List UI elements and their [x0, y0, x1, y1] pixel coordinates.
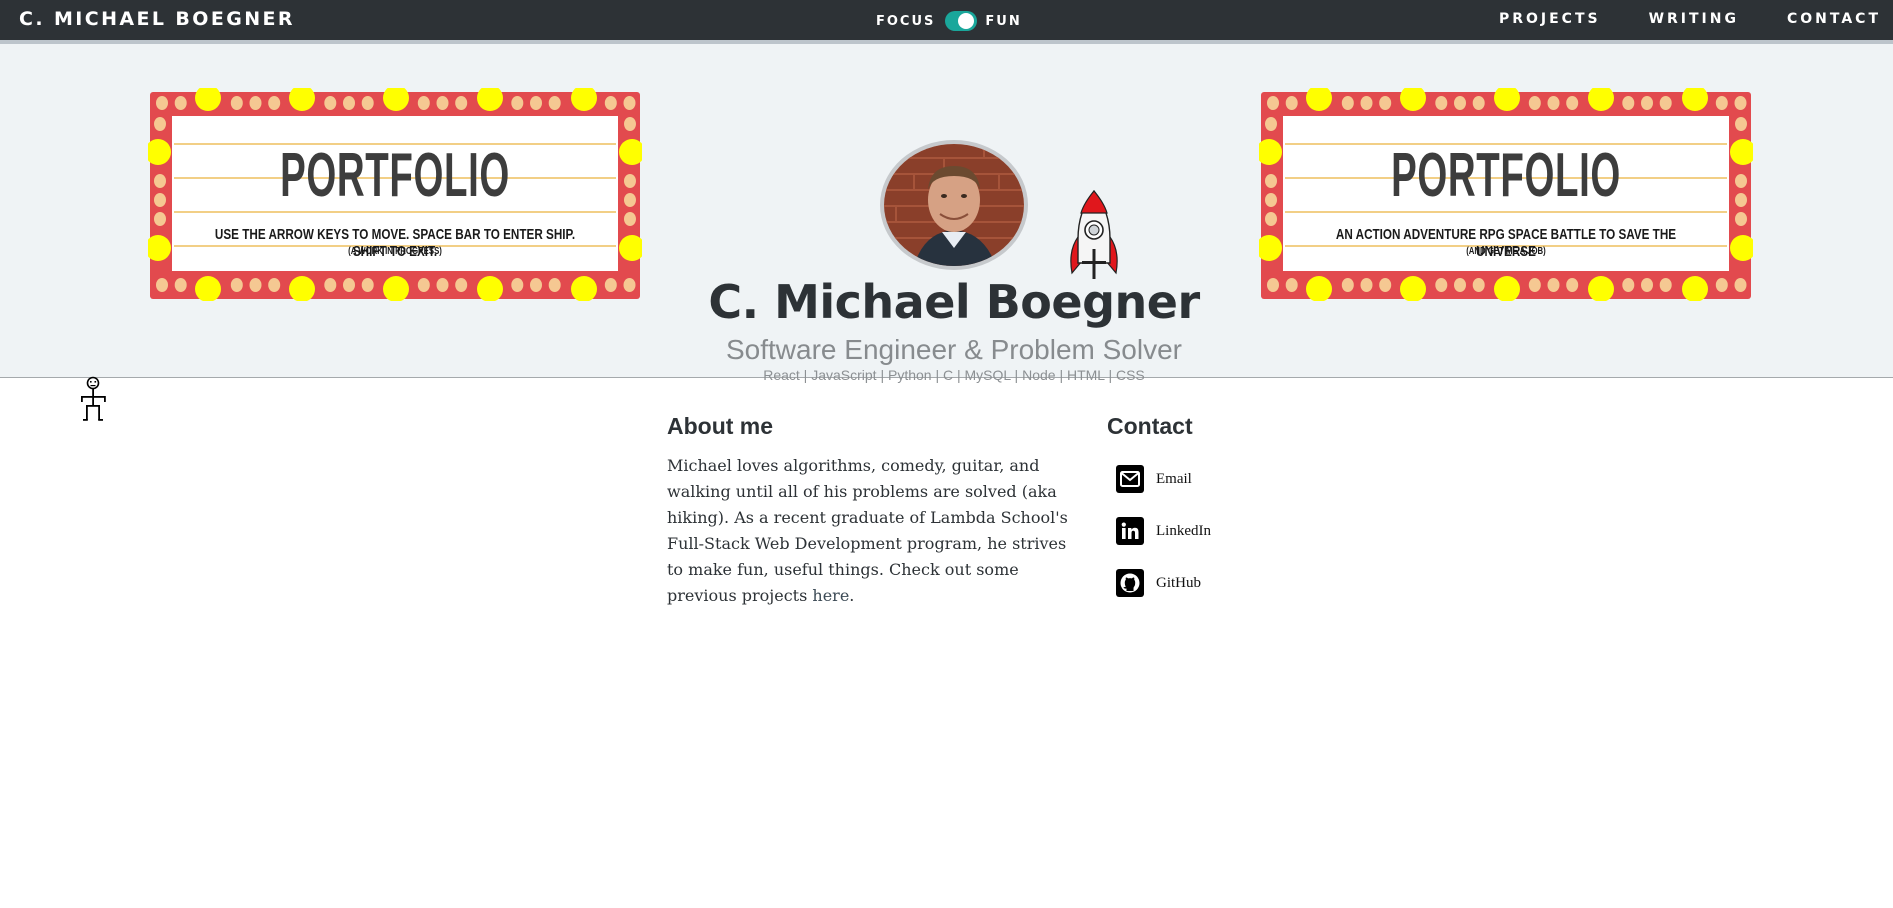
marquee-note: (AND GET ME A JOB) [1466, 246, 1546, 257]
rocket-ship-icon[interactable] [1066, 189, 1122, 281]
nav-links: PROJECTS WRITING CONTACT [1451, 11, 1881, 27]
envelope-icon [1116, 465, 1144, 493]
contact-linkedin-label: LinkedIn [1156, 522, 1211, 539]
hero-tagline: Software Engineer & Problem Solver [726, 334, 1182, 365]
about-body: Michael loves algorithms, comedy, guitar… [667, 456, 1068, 605]
stick-figure-icon[interactable] [80, 376, 108, 422]
toggle-knob [958, 13, 975, 29]
right-marquee-sign: PORTFOLIO AN ACTION ADVENTURE RPG SPACE … [1259, 88, 1753, 301]
contact-section: Contact Email LinkedIn GitHub [1107, 413, 1307, 597]
mode-switch: FOCUS FUN [876, 10, 1022, 32]
about-tail: . [849, 586, 855, 605]
contact-github-link[interactable]: GitHub [1116, 569, 1201, 597]
top-nav-bar: C. MICHAEL BOEGNER FOCUS FUN PROJECTS WR… [0, 0, 1893, 44]
about-heading: About me [667, 413, 774, 439]
hero-section: PORTFOLIO USE THE ARROW KEYS TO MOVE. SP… [0, 44, 1893, 421]
focus-label: FOCUS [876, 13, 936, 29]
contact-heading: Contact [1107, 413, 1193, 439]
contact-email-label: Email [1156, 470, 1192, 487]
site-brand[interactable]: C. MICHAEL BOEGNER [19, 8, 295, 30]
contact-email-link[interactable]: Email [1116, 465, 1192, 493]
fun-label: FUN [985, 13, 1022, 29]
nav-link-projects[interactable]: PROJECTS [1499, 11, 1601, 27]
nav-link-contact[interactable]: CONTACT [1787, 11, 1881, 27]
profile-photo [880, 140, 1028, 270]
nav-link-writing[interactable]: WRITING [1649, 11, 1739, 27]
linkedin-icon [1116, 517, 1144, 545]
marquee-title: PORTFOLIO [1391, 141, 1621, 210]
projects-link[interactable]: here [812, 586, 849, 605]
marquee-title: PORTFOLIO [280, 141, 510, 210]
about-text: Michael loves algorithms, comedy, guitar… [667, 453, 1085, 609]
contact-github-label: GitHub [1156, 574, 1201, 591]
marquee-note: (A WORK IN PROGRESS) [348, 246, 442, 257]
focus-fun-toggle[interactable] [945, 11, 978, 31]
hero-name: C. Michael Boegner [708, 275, 1200, 329]
github-icon [1116, 569, 1144, 597]
left-marquee-sign: PORTFOLIO USE THE ARROW KEYS TO MOVE. SP… [148, 88, 642, 301]
contact-linkedin-link[interactable]: LinkedIn [1116, 517, 1211, 545]
about-section: About me Michael loves algorithms, comed… [667, 413, 1085, 609]
skills-list: React | JavaScript | Python | C | MySQL … [763, 367, 1145, 383]
